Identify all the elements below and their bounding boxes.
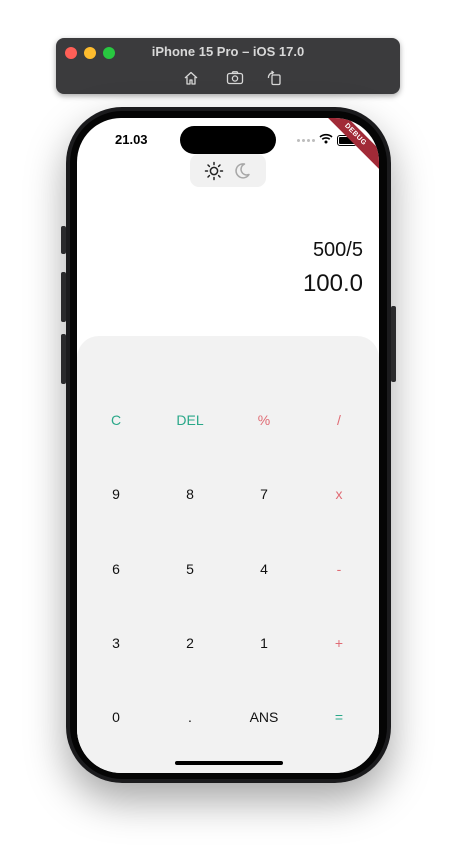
key-2[interactable]: 2 — [153, 606, 227, 680]
power-button — [391, 306, 396, 382]
key-0[interactable]: 0 — [79, 680, 153, 754]
key-4[interactable]: 4 — [227, 532, 301, 606]
action-button — [61, 226, 66, 254]
key-3[interactable]: 3 — [79, 606, 153, 680]
dark-moon-icon[interactable] — [232, 161, 252, 181]
wifi-icon — [319, 131, 333, 149]
cellular-signal-icon — [297, 138, 315, 142]
key-subtract[interactable]: - — [302, 532, 376, 606]
volume-up-button — [61, 272, 66, 322]
light-sun-icon[interactable] — [204, 161, 224, 181]
expression-display: 500/5 — [312, 239, 363, 261]
result-display: 100.0 — [302, 270, 363, 297]
dynamic-island — [180, 126, 276, 154]
simulator-title: iPhone 15 Pro – iOS 17.0 — [151, 44, 305, 59]
key-multiply[interactable]: x — [302, 457, 376, 531]
key-8[interactable]: 8 — [153, 457, 227, 531]
key-equals[interactable]: = — [302, 680, 376, 754]
key-percent[interactable]: % — [227, 383, 301, 457]
keypad: C DEL%/ 9 8 7 x 6 5 4- 3 2 1 +0. ANS = — [77, 336, 379, 773]
screenshot-root: iPhone 15 Pro – iOS 17.0 21.03 DEBUG 500… — [0, 0, 456, 860]
screenshot-icon[interactable] — [225, 68, 245, 88]
key-7[interactable]: 7 — [227, 457, 301, 531]
phone-screen: 21.03 DEBUG 500/5 100.0 C DEL % / 9 8 7 … — [77, 118, 379, 773]
rotate-icon[interactable] — [264, 68, 284, 88]
key-delete[interactable]: DEL — [153, 383, 227, 457]
volume-down-button — [61, 334, 66, 384]
key-clear[interactable]: C — [79, 383, 153, 457]
home-indicator — [175, 761, 283, 765]
key-6[interactable]: 6 — [79, 532, 153, 606]
home-icon[interactable] — [181, 68, 201, 88]
key-add[interactable]: + — [302, 606, 376, 680]
key-5[interactable]: 5 — [153, 532, 227, 606]
key-decimal[interactable]: . — [153, 680, 227, 754]
status-time: 21.03 — [115, 132, 148, 147]
key-9[interactable]: 9 — [79, 457, 153, 531]
theme-toggle[interactable] — [190, 154, 266, 187]
key-divide[interactable]: / — [302, 383, 376, 457]
key-answer[interactable]: ANS — [227, 680, 301, 754]
simulator-toolbar: iPhone 15 Pro – iOS 17.0 — [56, 38, 400, 94]
key-1[interactable]: 1 — [227, 606, 301, 680]
